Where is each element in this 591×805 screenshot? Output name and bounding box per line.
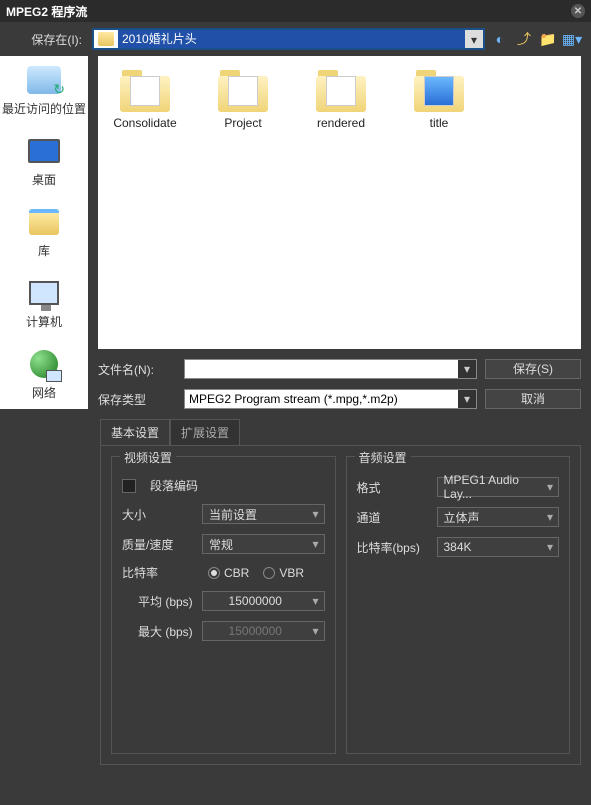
audio-format-select[interactable]: MPEG1 Audio Lay...▾ xyxy=(437,477,560,497)
close-button[interactable]: ✕ xyxy=(571,4,585,18)
network-icon xyxy=(30,350,58,378)
chevron-down-icon: ▾ xyxy=(542,510,558,524)
savein-label: 保存在(I): xyxy=(10,31,82,48)
folder-item[interactable]: Project xyxy=(206,70,280,130)
filetype-select[interactable]: MPEG2 Program stream (*.mpg,*.m2p) ▾ xyxy=(184,389,477,409)
audio-settings-group: 音频设置 格式 MPEG1 Audio Lay...▾ 通道 立体声▾ 比特率(… xyxy=(346,456,571,754)
computer-icon xyxy=(29,281,59,305)
tab-basic[interactable]: 基本设置 xyxy=(100,419,170,445)
new-folder-icon[interactable]: 📁 xyxy=(539,30,557,48)
filename-label: 文件名(N): xyxy=(98,361,176,378)
avg-bitrate-value: 15000000 xyxy=(203,594,308,608)
sidebar-item-computer[interactable]: 计算机 xyxy=(26,277,62,330)
folder-item[interactable]: title xyxy=(402,70,476,130)
sidebar-item-recent[interactable]: 最近访问的位置 xyxy=(2,64,86,117)
savein-dropdown[interactable]: 2010婚礼片头 ▾ xyxy=(92,28,485,50)
bitrate-label: 比特率 xyxy=(122,564,194,581)
folder-name: Consolidate xyxy=(113,116,176,130)
max-bitrate-label: 最大 (bps) xyxy=(122,623,194,640)
filetype-value: MPEG2 Program stream (*.mpg,*.m2p) xyxy=(185,390,458,408)
folder-icon xyxy=(98,32,114,46)
chevron-down-icon: ▾ xyxy=(308,537,324,551)
window-title: MPEG2 程序流 xyxy=(6,3,87,20)
max-bitrate-value: 15000000 xyxy=(203,624,308,638)
audio-bitrate-value: 384K xyxy=(438,540,543,554)
size-label: 大小 xyxy=(122,506,194,523)
audio-format-label: 格式 xyxy=(357,479,429,496)
cbr-label: CBR xyxy=(224,566,249,580)
filename-value xyxy=(185,360,458,378)
chevron-down-icon: ▾ xyxy=(308,594,324,608)
audio-bitrate-label: 比特率(bps) xyxy=(357,539,429,556)
save-button[interactable]: 保存(S) xyxy=(485,359,581,379)
savein-path: 2010婚礼片头 xyxy=(118,30,465,48)
cancel-button[interactable]: 取消 xyxy=(485,389,581,409)
audio-channel-label: 通道 xyxy=(357,509,429,526)
places-sidebar: 最近访问的位置 桌面 库 计算机 网络 xyxy=(0,56,88,409)
chevron-down-icon: ▾ xyxy=(542,480,558,494)
back-icon[interactable]: ◐ xyxy=(491,30,509,48)
cbr-radio[interactable]: CBR xyxy=(208,566,249,580)
folder-icon xyxy=(120,70,170,112)
vbr-radio[interactable]: VBR xyxy=(263,566,304,580)
file-list[interactable]: Consolidate Project rendered title xyxy=(98,56,581,349)
sidebar-item-label: 桌面 xyxy=(32,171,56,188)
sidebar-item-label: 网络 xyxy=(32,384,56,401)
audio-channel-select[interactable]: 立体声▾ xyxy=(437,507,560,527)
sidebar-item-network[interactable]: 网络 xyxy=(26,348,62,401)
libraries-icon xyxy=(29,209,59,235)
sidebar-item-desktop[interactable]: 桌面 xyxy=(26,135,62,188)
quality-label: 质量/速度 xyxy=(122,536,194,553)
chevron-down-icon: ▾ xyxy=(308,624,324,638)
folder-icon xyxy=(218,70,268,112)
audio-format-value: MPEG1 Audio Lay... xyxy=(438,473,543,501)
size-value: 当前设置 xyxy=(203,506,308,523)
avg-bitrate-input[interactable]: 15000000▾ xyxy=(202,591,325,611)
size-select[interactable]: 当前设置▾ xyxy=(202,504,325,524)
sidebar-item-label: 库 xyxy=(38,242,50,259)
chevron-down-icon: ▾ xyxy=(308,507,324,521)
chevron-down-icon[interactable]: ▾ xyxy=(458,360,476,378)
quality-value: 常规 xyxy=(203,536,308,553)
folder-item[interactable]: rendered xyxy=(304,70,378,130)
folder-icon xyxy=(316,70,366,112)
up-icon[interactable]: ⤴ xyxy=(515,30,533,48)
audio-channel-value: 立体声 xyxy=(438,509,543,526)
video-legend: 视频设置 xyxy=(120,449,176,466)
audio-legend: 音频设置 xyxy=(355,449,411,466)
chevron-down-icon[interactable]: ▾ xyxy=(458,390,476,408)
sidebar-item-label: 最近访问的位置 xyxy=(2,100,86,117)
max-bitrate-input: 15000000▾ xyxy=(202,621,325,641)
video-settings-group: 视频设置 段落编码 大小 当前设置▾ 质量/速度 常规▾ 比特率 CBR VBR xyxy=(111,456,336,754)
filename-input[interactable]: ▾ xyxy=(184,359,477,379)
desktop-icon xyxy=(28,139,60,163)
avg-bitrate-label: 平均 (bps) xyxy=(122,593,194,610)
quality-select[interactable]: 常规▾ xyxy=(202,534,325,554)
vbr-label: VBR xyxy=(279,566,304,580)
folder-name: Project xyxy=(224,116,261,130)
folder-item[interactable]: Consolidate xyxy=(108,70,182,130)
filetype-label: 保存类型 xyxy=(98,391,176,408)
segment-encoding-checkbox[interactable] xyxy=(122,479,136,493)
chevron-down-icon[interactable]: ▾ xyxy=(465,30,483,48)
view-mode-icon[interactable]: ▦▾ xyxy=(563,30,581,48)
sidebar-item-label: 计算机 xyxy=(26,313,62,330)
sidebar-item-libraries[interactable]: 库 xyxy=(26,206,62,259)
folder-name: title xyxy=(430,116,449,130)
recent-icon xyxy=(27,66,61,94)
folder-name: rendered xyxy=(317,116,365,130)
folder-icon xyxy=(414,70,464,112)
tab-extended[interactable]: 扩展设置 xyxy=(170,419,240,445)
chevron-down-icon: ▾ xyxy=(542,540,558,554)
segment-encoding-label: 段落编码 xyxy=(150,477,198,494)
audio-bitrate-select[interactable]: 384K▾ xyxy=(437,537,560,557)
